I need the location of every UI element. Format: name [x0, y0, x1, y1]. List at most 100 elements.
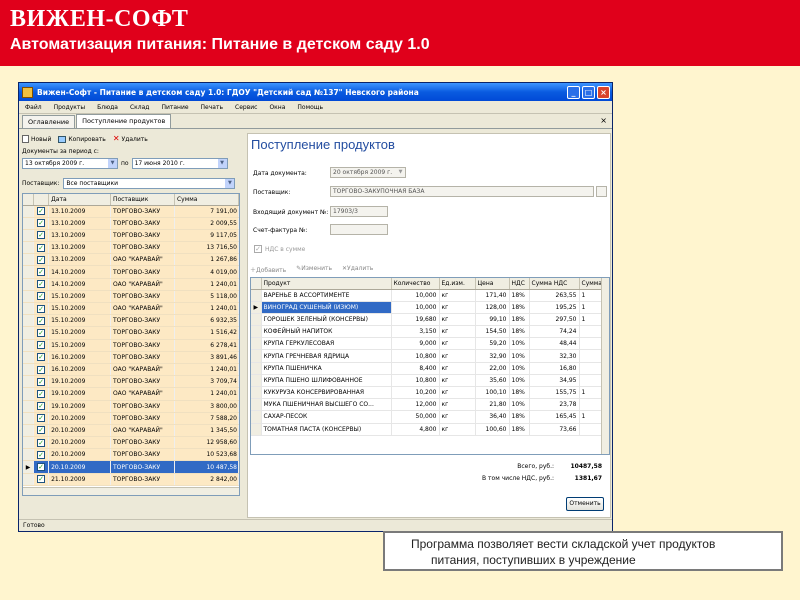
table-row[interactable]: ✓ 20.10.2009 ТОРГОВО-ЗАКУ 12 958,60 — [23, 436, 239, 450]
doc-supplier-field[interactable]: ТОРГОВО-ЗАКУПОЧНАЯ БАЗА — [330, 186, 594, 197]
list-item[interactable]: ТОМАТНАЯ ПАСТА (КОНСЕРВЫ) 4,800 кг 100,60 18… — [251, 423, 604, 436]
row-checkbox[interactable]: ✓ — [33, 339, 50, 352]
cancel-button[interactable]: Отменить — [566, 497, 604, 511]
chevron-down-icon[interactable]: ▼ — [217, 158, 227, 168]
menu-dishes[interactable]: Блюда — [97, 104, 118, 111]
row-checkbox[interactable]: ✓ — [33, 424, 50, 438]
table-row[interactable]: ✓ 15.10.2009 ТОРГОВО-ЗАКУ 5 118,00 — [23, 290, 239, 304]
tab-contents[interactable]: Оглавление — [22, 115, 76, 128]
table-row[interactable]: ✓ 15.10.2009 ТОРГОВО-ЗАКУ 1 516,42 — [23, 326, 239, 340]
table-row[interactable]: ✓ 16.10.2009 ОАО "КАРАВАЙ" 1 240,01 — [23, 363, 239, 377]
window-titlebar[interactable]: Вижен-Софт - Питание в детском саду 1.0:… — [19, 83, 612, 101]
row-checkbox[interactable]: ✓ — [33, 241, 50, 255]
table-row[interactable]: ✓ 20.10.2009 ТОРГОВО-ЗАКУ 7 588,20 — [23, 412, 239, 425]
row-checkbox[interactable]: ✓ — [33, 278, 50, 291]
menu-warehouse[interactable]: Склад — [130, 104, 149, 111]
menu-file[interactable]: Файл — [25, 104, 42, 111]
row-checkbox[interactable]: ✓ — [33, 265, 50, 279]
list-item[interactable]: КРУПА ПШЕНО ШЛИФОВАННОЕ 10,800 кг 35,60 10% 3… — [251, 374, 604, 388]
table-row[interactable]: ✓ 20.10.2009 ТОРГОВО-ЗАКУ 10 523,68 — [23, 448, 239, 462]
row-checkbox[interactable]: ✓ — [33, 253, 50, 267]
header-supplier[interactable]: Поставщик — [110, 194, 175, 206]
date-from-picker[interactable]: 13 октября 2009 г. ▼ — [22, 157, 118, 169]
horizontal-scrollbar[interactable] — [23, 487, 239, 495]
chevron-down-icon[interactable]: ▼ — [225, 178, 235, 188]
vat-in-sum-checkbox[interactable]: ✓ НДС в сумме — [254, 245, 305, 253]
table-row[interactable]: ✓ 15.10.2009 ТОРГОВО-ЗАКУ 6 278,41 — [23, 339, 239, 352]
list-item[interactable]: КРУПА ГЕРКУЛЕСОВАЯ 9,000 кг 59,20 10% 48,44 — [251, 337, 604, 351]
items-header-sum[interactable]: Сумма — [579, 278, 604, 290]
list-item[interactable]: КРУПА ГРЕЧНЕВАЯ ЯДРИЦА 10,800 кг 32,90 10% 32… — [251, 349, 604, 363]
row-checkbox[interactable]: ✓ — [33, 314, 50, 328]
list-item[interactable]: ГОРОШЕК ЗЕЛЕНЫЙ (КОНСЕРВЫ) 19,680 кг 99,10 1… — [251, 313, 604, 327]
table-row[interactable]: ▶ ✓ 20.10.2009 ТОРГОВО-ЗАКУ 10 487,58 — [23, 460, 239, 474]
row-checkbox[interactable]: ✓ — [33, 400, 50, 413]
row-checkbox[interactable]: ✓ — [33, 448, 50, 462]
items-header-qty[interactable]: Количество — [391, 278, 440, 290]
list-item[interactable]: ▶ ВИНОГРАД СУШЕНЫЙ (ИЗЮМ) 10,000 кг 128,00 18… — [251, 301, 604, 314]
row-checkbox[interactable]: ✓ — [33, 217, 50, 230]
row-checkbox[interactable]: ✓ — [33, 412, 50, 425]
menu-print[interactable]: Печать — [201, 104, 223, 111]
header-date[interactable]: Дата — [48, 194, 111, 206]
chevron-down-icon[interactable]: ▼ — [108, 158, 117, 168]
table-row[interactable]: ✓ 13.10.2009 ТОРГОВО-ЗАКУ 13 716,50 — [23, 241, 239, 255]
table-row[interactable]: ✓ 19.10.2009 ОАО "КАРАВАЙ" 1 240,01 — [23, 387, 239, 401]
table-row[interactable]: ✓ 13.10.2009 ТОРГОВО-ЗАКУ 2 009,55 — [23, 217, 239, 230]
table-row[interactable]: ✓ 20.10.2009 ОАО "КАРАВАЙ" 1 345,50 — [23, 424, 239, 438]
row-checkbox[interactable]: ✓ — [33, 351, 50, 364]
tab-product-receipt[interactable]: Поступление продуктов — [76, 114, 172, 128]
supplier-browse-button[interactable] — [596, 186, 607, 197]
delete-item-button[interactable]: ✕Удалить — [342, 265, 373, 274]
row-checkbox[interactable]: ✓ — [33, 473, 50, 486]
list-item[interactable]: КОФЕЙНЫЙ НАПИТОК 3,150 кг 154,50 18% 74,24 — [251, 325, 604, 339]
row-checkbox[interactable]: ✓ — [33, 436, 50, 450]
minimize-icon[interactable]: _ — [567, 85, 580, 99]
table-row[interactable]: ✓ 21.10.2009 ТОРГОВО-ЗАКУ 2 842,00 — [23, 473, 239, 486]
list-item[interactable]: КУКУРУЗА КОНСЕРВИРОВАННАЯ 10,200 кг 100,10 1… — [251, 386, 604, 400]
row-checkbox[interactable]: ✓ — [33, 205, 50, 218]
list-item[interactable]: ВАРЕНЬЕ В АССОРТИМЕНТЕ 10,000 кг 171,40 18% 2… — [251, 289, 604, 302]
table-row[interactable]: ✓ 15.10.2009 ОАО "КАРАВАЙ" 1 240,01 — [23, 302, 239, 316]
table-row[interactable]: ✓ 13.10.2009 ОАО "КАРАВАЙ" 1 267,86 — [23, 253, 239, 267]
documents-grid[interactable]: Дата Поставщик Сумма ✓ 13.10.2009 ТОРГОВО-… — [22, 193, 240, 496]
row-checkbox[interactable]: ✓ — [33, 302, 50, 316]
items-grid[interactable]: Продукт Количество Ед.изм. Цена НДС Сумм… — [250, 277, 610, 455]
menu-service[interactable]: Сервис — [235, 104, 257, 111]
menu-nutrition[interactable]: Питание — [161, 104, 188, 111]
close-icon[interactable]: × — [597, 85, 610, 99]
menu-products[interactable]: Продукты — [54, 104, 86, 111]
table-row[interactable]: ✓ 14.10.2009 ОАО "КАРАВАЙ" 1 240,01 — [23, 278, 239, 291]
chevron-down-icon[interactable]: ▼ — [396, 168, 405, 177]
vertical-scrollbar[interactable] — [601, 278, 609, 454]
table-row[interactable]: ✓ 16.10.2009 ТОРГОВО-ЗАКУ 3 891,46 — [23, 351, 239, 364]
row-checkbox[interactable]: ✓ — [33, 387, 50, 401]
menu-help[interactable]: Помощь — [297, 104, 323, 111]
items-header-vat-sum[interactable]: Сумма НДС — [529, 278, 580, 290]
items-header-vat[interactable]: НДС — [509, 278, 530, 290]
items-header-product[interactable]: Продукт — [261, 278, 392, 290]
table-row[interactable]: ✓ 13.10.2009 ТОРГОВО-ЗАКУ 7 191,00 — [23, 205, 239, 218]
header-sum[interactable]: Сумма — [174, 194, 239, 206]
doc-date-field[interactable]: 20 октября 2009 г. ▼ — [330, 167, 406, 178]
tab-close-icon[interactable]: × — [600, 116, 607, 125]
table-row[interactable]: ✓ 15.10.2009 ТОРГОВО-ЗАКУ 6 932,35 — [23, 314, 239, 328]
table-row[interactable]: ✓ 19.10.2009 ТОРГОВО-ЗАКУ 3 709,74 — [23, 375, 239, 389]
invoice-field[interactable] — [330, 224, 388, 235]
supplier-filter-select[interactable]: Все поставщики ▼ — [63, 177, 236, 189]
row-checkbox[interactable]: ✓ — [33, 363, 50, 377]
row-checkbox[interactable]: ✓ — [33, 460, 50, 474]
list-item[interactable]: САХАР-ПЕСОК 50,000 кг 36,40 18% 165,45 1 — [251, 410, 604, 424]
row-checkbox[interactable]: ✓ — [33, 229, 50, 243]
items-header-unit[interactable]: Ед.изм. — [439, 278, 476, 290]
table-row[interactable]: ✓ 13.10.2009 ТОРГОВО-ЗАКУ 9 117,05 — [23, 229, 239, 243]
list-item[interactable]: КРУПА ПШЕНИЧКА 8,400 кг 22,00 10% 16,80 — [251, 362, 604, 375]
incoming-doc-field[interactable]: 17903/3 — [330, 206, 388, 217]
row-checkbox[interactable]: ✓ — [33, 326, 50, 340]
table-row[interactable]: ✓ 14.10.2009 ТОРГОВО-ЗАКУ 4 019,00 — [23, 265, 239, 279]
copy-button[interactable]: Копировать — [58, 135, 106, 143]
add-item-button[interactable]: ＋Добавить — [250, 265, 286, 274]
menu-windows[interactable]: Окна — [269, 104, 285, 111]
edit-item-button[interactable]: ✎Изменить — [296, 265, 332, 274]
row-checkbox[interactable]: ✓ — [33, 290, 50, 304]
